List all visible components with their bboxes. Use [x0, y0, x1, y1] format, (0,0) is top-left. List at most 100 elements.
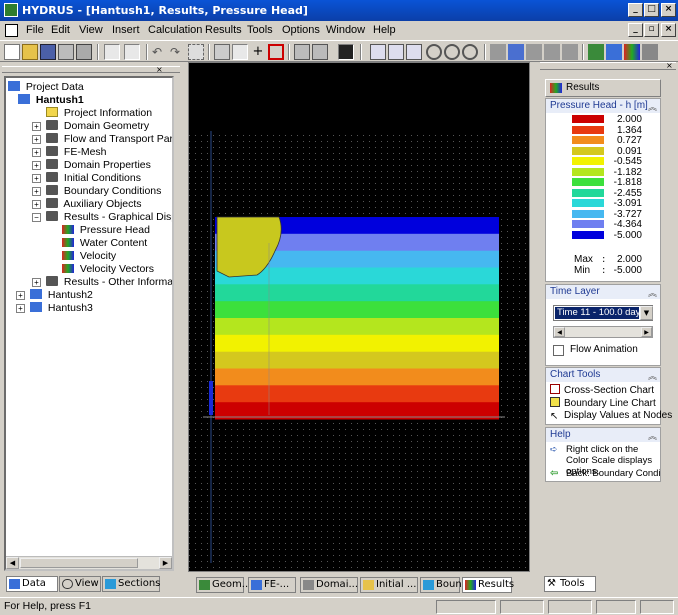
tree-item-auxiliary-objects[interactable]: + Auxiliary Objects	[32, 198, 142, 211]
tree-item-project-information[interactable]: Project Information	[46, 107, 152, 120]
tree-item-flow-transport[interactable]: + Flow and Transport Para	[32, 133, 172, 146]
tab-sections[interactable]: Sections	[102, 576, 160, 592]
scroll-thumb[interactable]	[20, 558, 138, 568]
tree-item-boundary-conditions[interactable]: + Boundary Conditions	[32, 185, 161, 198]
doc-close-button[interactable]: ×	[661, 23, 676, 37]
insert-arc-icon[interactable]	[526, 44, 542, 60]
expand-icon[interactable]: +	[32, 135, 41, 144]
time-layer-select[interactable]: Time 11 - 100.0 days ▼	[553, 305, 653, 321]
expand-icon[interactable]: +	[16, 291, 25, 300]
crosshair-icon[interactable]: +	[250, 44, 266, 60]
collapse-icon[interactable]: ︽	[648, 429, 657, 442]
grid-icon[interactable]	[214, 44, 230, 60]
tools-view-toggle-icon[interactable]	[124, 44, 140, 60]
display-values-link[interactable]: ↖ Display Values at Nodes	[550, 410, 672, 422]
pressure-head-plot[interactable]	[189, 63, 529, 571]
tab-data[interactable]: Data	[6, 576, 58, 592]
tree-view-toggle-icon[interactable]	[104, 44, 120, 60]
zoom-fit-icon[interactable]	[406, 44, 422, 60]
back-link[interactable]: Back: Boundary Condi...	[566, 468, 660, 479]
results-viewport[interactable]	[188, 62, 530, 572]
scroll-left-icon[interactable]: ◀	[6, 557, 19, 569]
scroll-right-icon[interactable]: ▶	[159, 557, 172, 569]
tree-item-results-graphical[interactable]: − Results - Graphical Displa	[32, 211, 172, 224]
maximize-button[interactable]: □	[644, 3, 659, 17]
table-icon[interactable]	[58, 44, 74, 60]
insert-surface-icon[interactable]	[544, 44, 560, 60]
menu-options[interactable]: Options	[282, 23, 320, 37]
tree-horizontal-scrollbar[interactable]: ◀ ▶	[6, 556, 172, 569]
pointer-icon[interactable]	[232, 44, 248, 60]
menu-edit[interactable]: Edit	[51, 23, 70, 37]
expand-icon[interactable]: +	[32, 161, 41, 170]
select-icon[interactable]	[188, 44, 204, 60]
undo-icon[interactable]: ↶	[152, 44, 168, 60]
expand-icon[interactable]: +	[32, 278, 41, 287]
tree-item-velocity[interactable]: Velocity	[62, 250, 116, 263]
tree-item-fe-mesh[interactable]: + FE-Mesh	[32, 146, 107, 159]
materials-icon[interactable]	[606, 44, 622, 60]
tree-project-hantush2[interactable]: + Hantush2	[16, 289, 93, 302]
menu-insert[interactable]: Insert	[112, 23, 140, 37]
flow-animation-checkbox[interactable]	[553, 345, 564, 356]
collapse-icon[interactable]: ︽	[648, 286, 657, 299]
panel-close-icon[interactable]: ×	[156, 66, 164, 74]
menu-file[interactable]: File	[26, 23, 44, 37]
zoom-all-icon[interactable]	[388, 44, 404, 60]
tab-domain[interactable]: Domai...	[300, 577, 358, 593]
print-icon[interactable]	[76, 44, 92, 60]
tree-item-pressure-head[interactable]: Pressure Head	[62, 224, 150, 237]
slider-left-icon[interactable]: ◀	[554, 327, 565, 337]
zoom-in-icon[interactable]	[444, 44, 460, 60]
tree-item-results-other[interactable]: + Results - Other Informat	[32, 276, 172, 289]
vectors-icon[interactable]	[338, 44, 354, 60]
menu-calculation[interactable]: Calculation	[148, 23, 202, 37]
expand-icon[interactable]: +	[32, 122, 41, 131]
chevron-down-icon[interactable]: ▼	[640, 306, 653, 320]
tree-item-domain-geometry[interactable]: + Domain Geometry	[32, 120, 149, 133]
tab-initial[interactable]: Initial ...	[360, 577, 418, 593]
close-button[interactable]: ×	[661, 3, 676, 17]
document-icon[interactable]	[5, 24, 18, 37]
cross-section-chart-link[interactable]: Cross-Section Chart	[550, 384, 654, 396]
expand-icon[interactable]: +	[32, 148, 41, 157]
copy-icon[interactable]	[312, 44, 328, 60]
tree-item-initial-conditions[interactable]: + Initial Conditions	[32, 172, 141, 185]
results-icon[interactable]	[624, 44, 640, 60]
insert-solid-icon[interactable]	[562, 44, 578, 60]
minimize-button[interactable]: _	[628, 3, 643, 17]
new-icon[interactable]	[4, 44, 20, 60]
tree-item-water-content[interactable]: Water Content	[62, 237, 147, 250]
expand-icon[interactable]: +	[16, 304, 25, 313]
mesh-icon[interactable]	[588, 44, 604, 60]
boundary-line-chart-link[interactable]: Boundary Line Chart	[550, 397, 656, 409]
zoom-out-icon[interactable]	[426, 44, 442, 60]
results-button[interactable]: Results	[545, 79, 661, 97]
insert-line-icon[interactable]	[508, 44, 524, 60]
collapse-icon[interactable]: ︽	[648, 369, 657, 382]
zoom-window-icon[interactable]	[370, 44, 386, 60]
tree-item-domain-properties[interactable]: + Domain Properties	[32, 159, 151, 172]
options-icon[interactable]	[642, 44, 658, 60]
redo-icon[interactable]: ↷	[170, 44, 186, 60]
legend-title[interactable]: Pressure Head - h [m]	[546, 99, 660, 113]
tab-tools[interactable]: ⚒ Tools	[544, 576, 596, 592]
doc-minimize-button[interactable]: _	[628, 23, 643, 37]
menu-help[interactable]: Help	[373, 23, 396, 37]
insert-point-icon[interactable]	[490, 44, 506, 60]
expand-icon[interactable]: +	[32, 187, 41, 196]
tree-item-velocity-vectors[interactable]: Velocity Vectors	[62, 263, 154, 276]
tab-view[interactable]: View	[59, 576, 101, 592]
menu-tools[interactable]: Tools	[247, 23, 273, 37]
collapse-icon[interactable]: ︽	[648, 100, 657, 113]
tab-geometry[interactable]: Geom...	[196, 577, 251, 593]
tab-boundary[interactable]: Bound...	[420, 577, 478, 593]
tab-fe-mesh[interactable]: FE-...	[248, 577, 296, 593]
move-icon[interactable]	[294, 44, 310, 60]
tree-root[interactable]: Project Data	[8, 81, 84, 94]
time-slider[interactable]: ◀ ▶	[553, 326, 653, 338]
tree-project-hantush1[interactable]: Hantush1	[18, 94, 84, 107]
tab-results[interactable]: Results	[462, 577, 514, 593]
doc-restore-button[interactable]: ▫	[644, 23, 659, 37]
collapse-icon[interactable]: −	[32, 213, 41, 222]
